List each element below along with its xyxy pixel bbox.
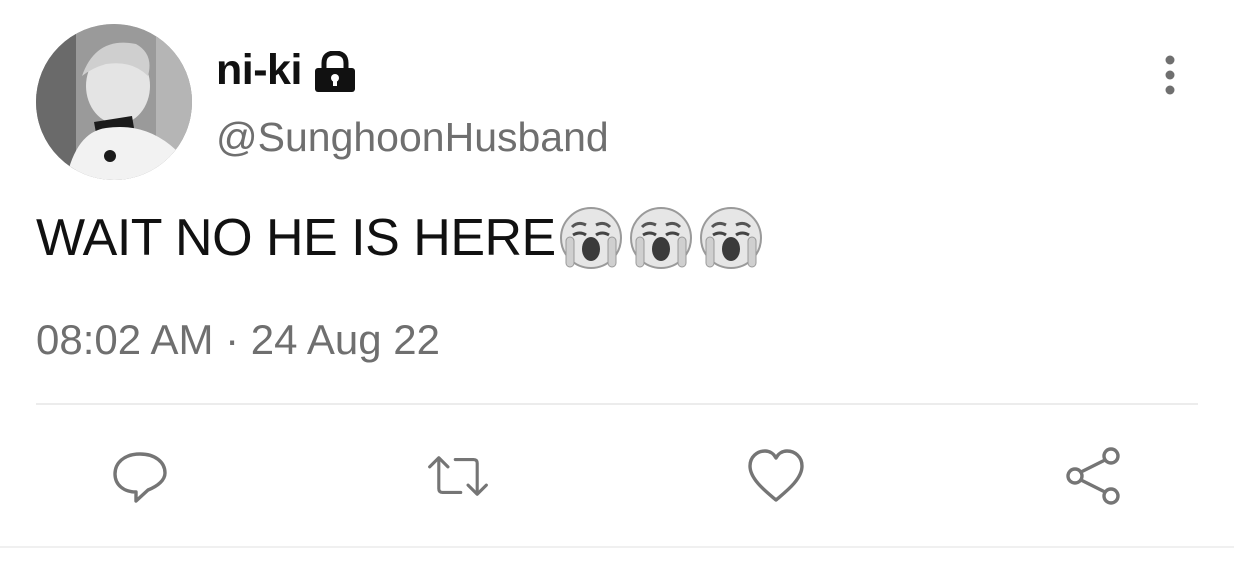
loudly-crying-face-icon [698, 205, 764, 271]
avatar-photo [36, 24, 192, 180]
tweet-card: ni-ki @SunghoonHusband WAIT NO HE IS HER… [0, 0, 1234, 566]
author-name-row: ni-ki [216, 42, 358, 98]
tweet-body: WAIT NO HE IS HERE [36, 198, 768, 278]
divider [36, 403, 1198, 405]
reply-button[interactable] [108, 444, 172, 508]
bottom-divider [0, 546, 1234, 548]
retweet-icon [428, 456, 488, 496]
lock-icon [312, 51, 358, 93]
like-button[interactable] [744, 444, 808, 508]
retweet-button[interactable] [426, 444, 490, 508]
loudly-crying-face-icon [558, 205, 624, 271]
share-icon [1066, 447, 1120, 505]
tweet-timestamp[interactable]: 08:02 AM · 24 Aug 22 [36, 316, 440, 364]
loudly-crying-face-icon [628, 205, 694, 271]
more-vertical-icon [1165, 55, 1175, 95]
emoji-group [558, 205, 768, 271]
share-button[interactable] [1062, 444, 1126, 508]
tweet-text: WAIT NO HE IS HERE [36, 209, 556, 267]
heart-icon [748, 449, 804, 502]
author-handle[interactable]: @SunghoonHusband [216, 114, 609, 161]
avatar[interactable] [36, 24, 192, 180]
reply-icon [113, 452, 167, 503]
display-name[interactable]: ni-ki [216, 46, 302, 95]
more-options-button[interactable] [1150, 52, 1190, 98]
